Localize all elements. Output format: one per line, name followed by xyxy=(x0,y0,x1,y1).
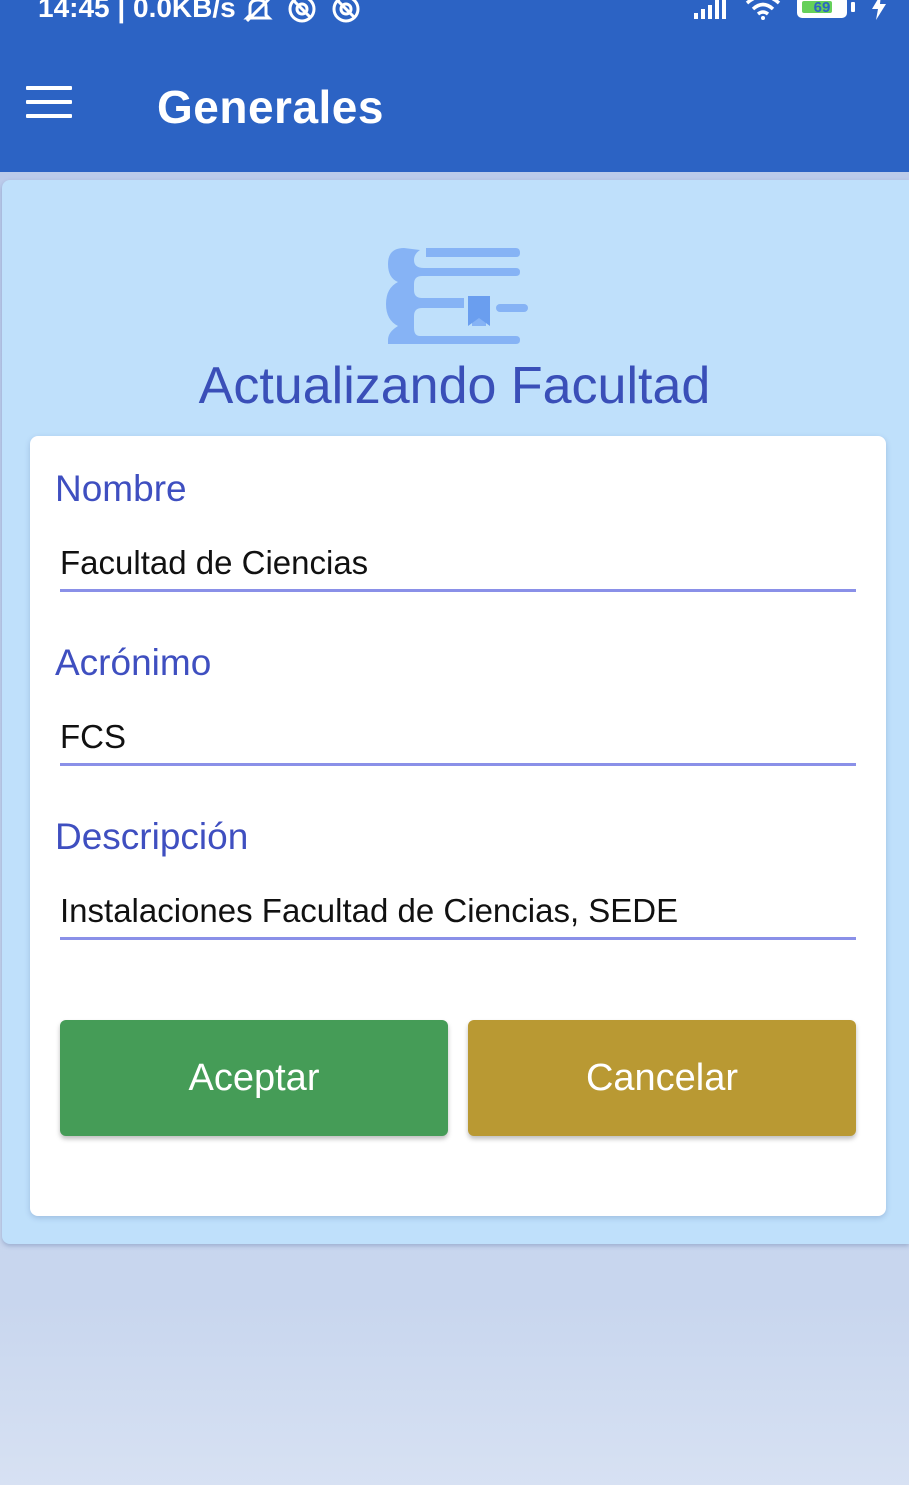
nombre-input[interactable] xyxy=(60,536,856,592)
descripcion-input[interactable] xyxy=(60,884,856,940)
battery-cap xyxy=(851,2,855,12)
signal-icon xyxy=(694,0,726,19)
battery-indicator: 69 xyxy=(797,0,855,18)
app-bar: 14:45 | 0.0KB/s 69 Generales xyxy=(0,0,909,172)
nombre-label: Nombre xyxy=(55,468,187,509)
menu-icon[interactable] xyxy=(26,86,72,120)
status-icons-left xyxy=(243,0,361,24)
page-heading: Actualizando Facultad xyxy=(198,357,711,415)
status-icons-right: 69 xyxy=(693,0,887,20)
app-title: Generales xyxy=(157,81,384,133)
sync-icon xyxy=(288,0,316,23)
faculty-book-icon xyxy=(386,248,528,344)
acronimo-label: Acrónimo xyxy=(55,642,212,683)
cancel-button[interactable]: Cancelar xyxy=(468,1020,856,1136)
accept-button[interactable]: Aceptar xyxy=(60,1020,448,1136)
battery-percent: 69 xyxy=(813,0,831,16)
battery-icon: 69 xyxy=(797,0,847,18)
status-time: 14:45 | 0.0KB/s xyxy=(38,0,236,23)
charging-icon xyxy=(872,0,886,20)
sync-icon xyxy=(332,0,360,23)
form-card: Nombre Acrónimo Descripción Aceptar Canc… xyxy=(30,436,886,1216)
wifi-icon xyxy=(745,0,781,20)
status-bar: 14:45 | 0.0KB/s 69 xyxy=(0,0,909,28)
descripcion-label: Descripción xyxy=(55,816,249,857)
mute-icon xyxy=(243,0,273,23)
acronimo-input[interactable] xyxy=(60,710,856,766)
